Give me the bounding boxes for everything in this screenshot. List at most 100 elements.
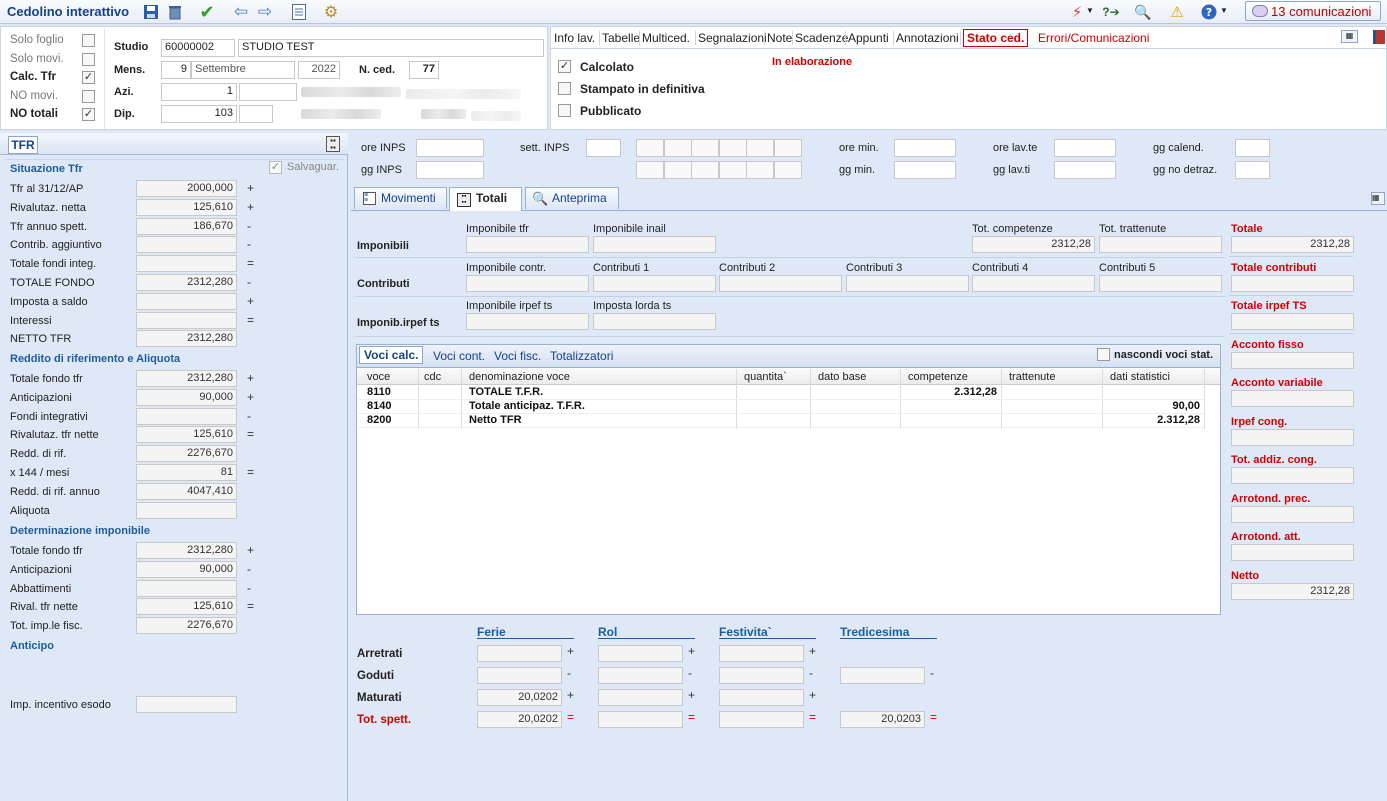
tfr-row-value[interactable] xyxy=(136,579,237,597)
week-cell[interactable] xyxy=(663,161,692,179)
voci-tab[interactable]: Voci calc. xyxy=(359,346,424,364)
tfr-row-value[interactable]: 4047,410 xyxy=(136,482,237,500)
contr5-field[interactable] xyxy=(1099,275,1222,292)
flag-checkbox[interactable]: ✓ xyxy=(82,71,95,84)
tfr-row-value[interactable]: 2000,000 xyxy=(136,180,237,197)
settings-gear-icon[interactable]: ⚙ xyxy=(322,3,340,21)
right-total-field[interactable] xyxy=(1231,275,1354,292)
azi-code-field[interactable]: 1 xyxy=(161,83,237,101)
communications-button[interactable]: 13 comunicazioni xyxy=(1245,1,1381,21)
status-tab[interactable]: Tabelle xyxy=(602,31,640,45)
save-icon[interactable] xyxy=(142,3,160,21)
nced-field[interactable]: 77 xyxy=(409,61,439,79)
voci-tab[interactable]: Voci cont. xyxy=(433,349,485,363)
month-name-field[interactable]: Settembre xyxy=(191,61,295,79)
ferie-value-field[interactable]: 20,0202 xyxy=(477,689,562,706)
gg-lavti-field[interactable] xyxy=(1054,161,1116,179)
arrow-left-icon[interactable]: ⇦ xyxy=(232,2,250,21)
tfr-row-value[interactable] xyxy=(136,407,237,425)
list-icon[interactable] xyxy=(290,3,308,21)
grid-column-header[interactable]: trattenute xyxy=(1009,371,1055,383)
grid-column-header[interactable]: dati statistici xyxy=(1110,371,1170,383)
studio-code-field[interactable]: 60000002 xyxy=(161,39,235,57)
right-total-field[interactable] xyxy=(1231,429,1354,446)
sett-inps-field[interactable] xyxy=(586,139,621,157)
week-cell[interactable] xyxy=(691,161,719,179)
right-total-field[interactable] xyxy=(1231,506,1354,523)
grid-cell[interactable]: 90,00 xyxy=(1106,400,1200,412)
hide-stat-checkbox[interactable] xyxy=(1097,348,1110,361)
imp-irpef-field[interactable] xyxy=(466,313,589,330)
tab-movimenti[interactable]: ≡ ≡ Movimenti xyxy=(354,187,447,209)
week-cell[interactable] xyxy=(773,139,802,157)
grid-column-header[interactable]: quantita` xyxy=(744,371,787,383)
flag-checkbox[interactable] xyxy=(82,52,95,66)
status-tab[interactable]: Appunti xyxy=(848,31,889,45)
tfr-row-value[interactable]: 2312,280 xyxy=(136,330,237,348)
ferie-value-field[interactable] xyxy=(477,645,562,662)
right-total-field[interactable] xyxy=(1231,313,1354,330)
gg-inps-field[interactable] xyxy=(416,161,484,179)
grid-column-header[interactable]: dato base xyxy=(818,371,866,383)
flash-icon[interactable]: ⚡ xyxy=(1068,3,1086,21)
arrow-right-icon[interactable]: ⇨ xyxy=(256,2,274,21)
dip-code-field[interactable]: 103 xyxy=(161,105,237,123)
ferie-value-field[interactable] xyxy=(598,689,683,706)
help-next-icon[interactable]: ?➔ xyxy=(1102,3,1120,21)
calculator-icon[interactable]: ▪▪ ▪▪ xyxy=(326,136,340,152)
panel-view-icon[interactable]: ▦ xyxy=(1341,30,1358,43)
contr2-field[interactable] xyxy=(719,275,842,292)
contr1-field[interactable] xyxy=(593,275,716,292)
week-cell[interactable] xyxy=(636,161,664,179)
search-globe-icon[interactable]: 🔍 xyxy=(1134,3,1152,21)
grid-cell[interactable]: Totale anticipaz. T.F.R. xyxy=(469,400,585,412)
flag-checkbox[interactable] xyxy=(82,34,95,47)
tfr-row-value[interactable] xyxy=(136,236,237,254)
grid-column-header[interactable]: voce xyxy=(367,371,390,383)
imp-contr-field[interactable] xyxy=(466,275,589,292)
week-cell[interactable] xyxy=(746,139,774,157)
right-total-field[interactable] xyxy=(1231,467,1354,484)
flag-checkbox[interactable] xyxy=(82,89,95,103)
tfr-row-value[interactable]: 125,610 xyxy=(136,198,237,216)
ferie-value-field[interactable] xyxy=(719,689,804,706)
layout-toggle-icon[interactable]: ▦ xyxy=(1371,192,1385,205)
week-cell[interactable] xyxy=(773,161,802,179)
grid-cell[interactable]: 8200 xyxy=(367,414,391,426)
dip-extra-field[interactable] xyxy=(239,105,273,123)
tab-totali[interactable]: ▪▪ ▪▪ Totali xyxy=(449,187,522,211)
tfr-row-value[interactable]: 2312,280 xyxy=(136,370,237,387)
week-cell[interactable] xyxy=(718,139,747,157)
ferie-value-field[interactable] xyxy=(719,645,804,662)
studio-name-field[interactable]: STUDIO TEST xyxy=(238,39,544,57)
ferie-value-field[interactable] xyxy=(840,667,925,684)
grid-cell[interactable]: 8110 xyxy=(367,386,391,398)
tfr-row-value[interactable] xyxy=(136,501,237,519)
azi-extra-field[interactable] xyxy=(239,83,297,101)
month-number-field[interactable]: 9 xyxy=(161,61,191,79)
incentivo-field[interactable] xyxy=(136,696,237,713)
salvaguardia-checkbox[interactable]: ✓ xyxy=(269,161,282,174)
ore-inps-field[interactable] xyxy=(416,139,484,157)
trash-icon[interactable] xyxy=(166,3,184,21)
ferie-value-field[interactable]: 20,0202 xyxy=(477,711,562,728)
imp-inail-field[interactable] xyxy=(593,236,716,253)
tfr-row-value[interactable]: 2276,670 xyxy=(136,617,237,635)
ferie-value-field[interactable] xyxy=(477,667,562,684)
ore-lavte-field[interactable] xyxy=(1054,139,1116,157)
tfr-row-value[interactable]: 90,000 xyxy=(136,560,237,578)
ferie-value-field[interactable] xyxy=(719,667,804,684)
year-field[interactable]: 2022 xyxy=(298,61,340,79)
grid-cell[interactable]: 2.312,28 xyxy=(1106,414,1200,426)
right-total-field[interactable]: 2312,28 xyxy=(1231,583,1354,600)
book-icon[interactable] xyxy=(1373,30,1385,44)
tfr-row-value[interactable]: 2312,280 xyxy=(136,542,237,559)
tfr-row-value[interactable]: 125,610 xyxy=(136,598,237,616)
tab-anteprima[interactable]: 🔍 Anteprima xyxy=(525,187,619,209)
grid-column-header[interactable]: cdc xyxy=(424,371,441,383)
tfr-row-value[interactable]: 186,670 xyxy=(136,217,237,235)
status-tab[interactable]: Annotazioni xyxy=(896,31,959,45)
tfr-row-value[interactable]: 90,000 xyxy=(136,388,237,406)
tfr-row-value[interactable] xyxy=(136,311,237,329)
gg-nodetraz-field[interactable] xyxy=(1235,161,1270,179)
